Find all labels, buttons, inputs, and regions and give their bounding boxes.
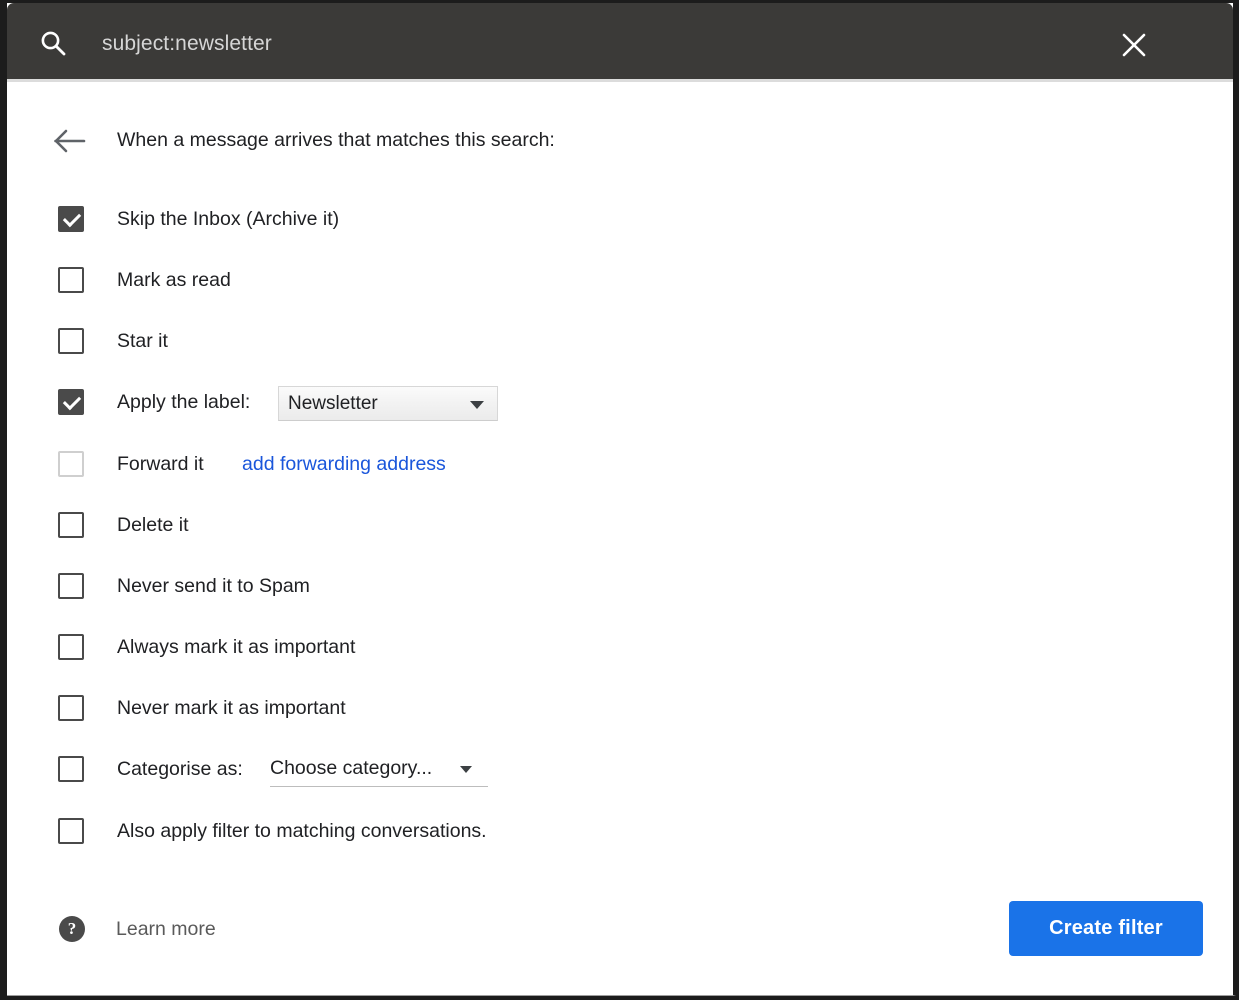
help-circle-icon[interactable]: ?: [59, 916, 85, 942]
checkbox-mark-as-read[interactable]: [58, 267, 84, 293]
add-forwarding-address-link[interactable]: add forwarding address: [242, 451, 446, 477]
option-label: Never send it to Spam: [117, 575, 310, 597]
checkbox-apply-label[interactable]: [58, 389, 84, 415]
checkbox-delete-it[interactable]: [58, 512, 84, 538]
checkbox-skip-inbox[interactable]: [58, 206, 84, 232]
option-label: Never mark it as important: [117, 697, 346, 719]
search-icon[interactable]: [40, 30, 66, 56]
triangle-down-icon: [460, 766, 472, 773]
search-header: subject:newsletter: [7, 3, 1233, 79]
create-filter-button[interactable]: Create filter: [1009, 901, 1203, 956]
dialog-heading: When a message arrives that matches this…: [117, 129, 555, 151]
dialog-window: subject:newsletter When a message arrive…: [7, 3, 1236, 996]
checkbox-forward-it[interactable]: [58, 451, 84, 477]
option-label: Apply the label:: [117, 391, 251, 413]
checkbox-never-spam[interactable]: [58, 573, 84, 599]
checkbox-categorise-as[interactable]: [58, 756, 84, 782]
arrow-left-icon[interactable]: [53, 128, 87, 154]
triangle-down-icon: [470, 401, 484, 409]
option-label: Forward it: [117, 453, 204, 475]
check-icon: [62, 391, 82, 411]
category-select[interactable]: Choose category...: [270, 753, 488, 787]
option-label: Mark as read: [117, 269, 231, 291]
window-frame: subject:newsletter When a message arrive…: [0, 0, 1239, 1000]
option-label: Always mark it as important: [117, 636, 356, 658]
label-select[interactable]: Newsletter: [278, 386, 498, 421]
option-label: Skip the Inbox (Archive it): [117, 208, 340, 230]
checkbox-star-it[interactable]: [58, 328, 84, 354]
checkbox-also-apply[interactable]: [58, 818, 84, 844]
checkbox-never-important[interactable]: [58, 695, 84, 721]
learn-more-link[interactable]: Learn more: [116, 918, 216, 941]
help-glyph: ?: [67, 919, 77, 938]
option-label: Delete it: [117, 514, 189, 536]
option-label: Categorise as:: [117, 758, 243, 780]
label-select-value: Newsletter: [288, 393, 378, 414]
option-label: Star it: [117, 330, 168, 352]
option-label: Also apply filter to matching conversati…: [117, 820, 487, 842]
search-query-text[interactable]: subject:newsletter: [102, 32, 272, 56]
checkbox-always-important[interactable]: [58, 634, 84, 660]
close-icon[interactable]: [1119, 30, 1149, 60]
check-icon: [62, 208, 82, 228]
filter-options-panel: When a message arrives that matches this…: [7, 82, 1233, 993]
category-select-value: Choose category...: [270, 757, 433, 779]
